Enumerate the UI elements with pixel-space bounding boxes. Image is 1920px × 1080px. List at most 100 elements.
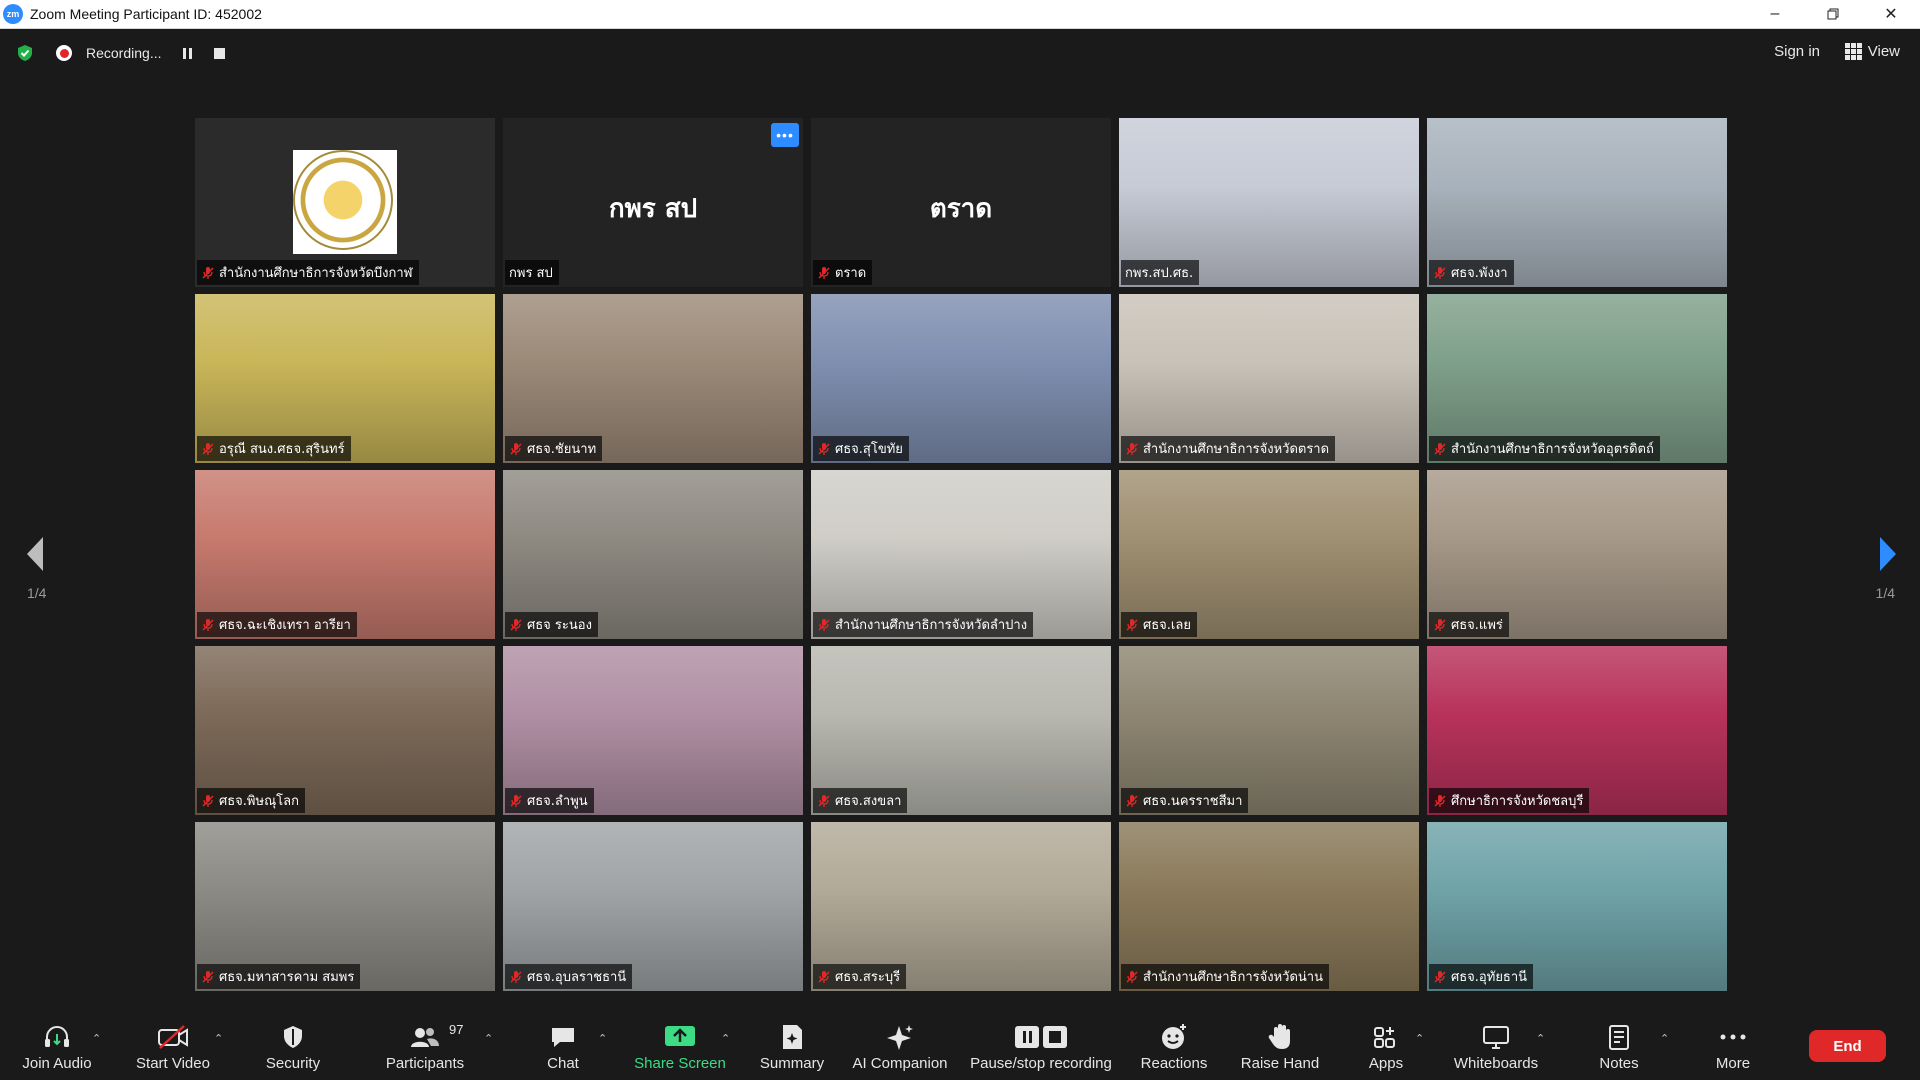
participant-tile[interactable]: กพร.สป.ศธ. xyxy=(1119,118,1419,287)
sign-in-button[interactable]: Sign in xyxy=(1774,43,1820,60)
participant-nametag: ศธจ.สระบุรี xyxy=(813,964,907,989)
participant-tile[interactable]: ศธจ.ชัยนาท xyxy=(503,294,803,463)
participant-nametag: สำนักงานศึกษาธิการจังหวัดอุตรดิตถ์ xyxy=(1429,436,1660,461)
participant-tile[interactable]: ศธจ.มหาสารคาม สมพร xyxy=(195,822,495,991)
recording-icon xyxy=(56,45,72,61)
participant-tile[interactable]: ศธจ.ฉะเชิงเทรา อารียา xyxy=(195,470,495,639)
participant-tile[interactable]: ศธจ.พิษณุโลก xyxy=(195,646,495,815)
participant-tile[interactable]: อรุณี สนง.ศธจ.สุรินทร์ xyxy=(195,294,495,463)
participant-nametag: ศธจ.แพร่ xyxy=(1429,612,1509,637)
apps-caret-icon[interactable]: ⌃ xyxy=(1415,1032,1424,1045)
participants-button[interactable]: 97 Participants xyxy=(382,1008,468,1080)
share-screen-button[interactable]: Share Screen xyxy=(633,1008,727,1080)
chat-caret-icon[interactable]: ⌃ xyxy=(598,1032,607,1045)
whiteboards-caret-icon[interactable]: ⌃ xyxy=(1536,1032,1545,1045)
view-button[interactable]: View xyxy=(1844,43,1900,60)
recording-label: Recording... xyxy=(86,45,162,61)
stop-recording-icon[interactable] xyxy=(214,47,226,59)
participant-display-name: กพร สป xyxy=(608,194,698,224)
restore-icon[interactable] xyxy=(1804,0,1862,29)
page-indicator-left: 1/4 xyxy=(27,585,47,601)
whiteboards-button[interactable]: Whiteboards xyxy=(1452,1008,1540,1080)
minimize-icon[interactable]: – xyxy=(1746,0,1804,29)
participants-caret-icon[interactable]: ⌃ xyxy=(484,1032,493,1045)
participant-tile[interactable]: สำนักงานศึกษาธิการจังหวัดน่าน xyxy=(1119,822,1419,991)
participant-nametag: ศธจ.ลำพูน xyxy=(505,788,594,813)
participant-tile[interactable]: ศธจ.ลำพูน xyxy=(503,646,803,815)
reactions-label: Reactions xyxy=(1140,1055,1208,1072)
participant-name: ศธจ.สุโขทัย xyxy=(835,442,903,457)
encryption-shield-icon[interactable] xyxy=(16,44,34,62)
participant-tile[interactable]: ศธจ.อุทัยธานี xyxy=(1427,822,1727,991)
mic-muted-icon xyxy=(818,266,830,279)
next-page-icon[interactable] xyxy=(1878,535,1898,573)
participant-tile[interactable]: ศธจ.อุบลราชธานี xyxy=(503,822,803,991)
participant-tile[interactable]: ตราด ตราด xyxy=(811,118,1111,287)
notes-caret-icon[interactable]: ⌃ xyxy=(1660,1032,1669,1045)
participant-nametag: ศธจ.สงขลา xyxy=(813,788,908,813)
mic-muted-icon xyxy=(1126,442,1138,455)
summary-icon xyxy=(779,1022,805,1052)
whiteboard-icon xyxy=(1481,1022,1511,1052)
participant-name: ศธจ.นครราชสีมา xyxy=(1143,794,1243,809)
apps-button[interactable]: Apps xyxy=(1366,1008,1406,1080)
chat-label: Chat xyxy=(547,1055,579,1072)
participant-display-name: ตราด xyxy=(929,194,993,224)
participant-options-icon[interactable]: ••• xyxy=(771,123,799,147)
participants-label: Participants xyxy=(385,1055,465,1072)
participant-name: ศธจ.สงขลา xyxy=(835,794,902,809)
participant-tile[interactable]: ศธจ.นครราชสีมา xyxy=(1119,646,1419,815)
ai-companion-button[interactable]: AI Companion xyxy=(849,1008,951,1080)
profile-picture xyxy=(293,150,397,254)
participant-tile[interactable]: กพร สป ••• กพร สป xyxy=(503,118,803,287)
mic-muted-icon xyxy=(818,970,830,983)
participant-nametag: อรุณี สนง.ศธจ.สุรินทร์ xyxy=(197,436,351,461)
end-meeting-button[interactable]: End xyxy=(1809,1030,1886,1062)
chat-button[interactable]: Chat xyxy=(542,1008,584,1080)
apps-label: Apps xyxy=(1368,1055,1404,1072)
previous-page-icon[interactable] xyxy=(25,535,45,573)
raise-hand-button[interactable]: Raise Hand xyxy=(1238,1008,1322,1080)
view-label: View xyxy=(1867,43,1900,60)
ai-companion-label: AI Companion xyxy=(852,1055,948,1072)
participant-tile[interactable]: สำนักงานศึกษาธิการจังหวัดอุตรดิตถ์ xyxy=(1427,294,1727,463)
security-button[interactable]: Security xyxy=(262,1008,324,1080)
summary-label: Summary xyxy=(759,1055,825,1072)
audio-options-caret-icon[interactable]: ⌃ xyxy=(92,1032,101,1045)
chat-bubble-icon xyxy=(549,1022,577,1052)
more-button[interactable]: More xyxy=(1712,1008,1754,1080)
participant-tile[interactable]: ศธจ ระนอง xyxy=(503,470,803,639)
participant-nametag: ศธจ.ฉะเชิงเทรา อารียา xyxy=(197,612,357,637)
pause-recording-icon[interactable] xyxy=(183,47,193,59)
participant-tile[interactable]: สำนักงานศึกษาธิการจังหวัดบึงกาฬ xyxy=(195,118,495,287)
reactions-button[interactable]: Reactions xyxy=(1138,1008,1210,1080)
close-icon[interactable]: ✕ xyxy=(1862,0,1920,29)
participant-name: ศธจ.แพร่ xyxy=(1451,618,1503,633)
participant-tile[interactable]: ศธจ.สระบุรี xyxy=(811,822,1111,991)
share-caret-icon[interactable]: ⌃ xyxy=(721,1032,730,1045)
participant-tile[interactable]: สำนักงานศึกษาธิการจังหวัดตราด xyxy=(1119,294,1419,463)
headphone-icon xyxy=(42,1022,72,1052)
participant-tile[interactable]: ศึกษาธิการจังหวัดชลบุรี xyxy=(1427,646,1727,815)
participant-tile[interactable]: ศธจ.สุโขทัย xyxy=(811,294,1111,463)
participant-tile[interactable]: ศธจ.แพร่ xyxy=(1427,470,1727,639)
video-options-caret-icon[interactable]: ⌃ xyxy=(214,1032,223,1045)
more-label: More xyxy=(1715,1055,1751,1072)
mic-muted-icon xyxy=(818,442,830,455)
participant-name: สำนักงานศึกษาธิการจังหวัดอุตรดิตถ์ xyxy=(1451,442,1654,457)
participant-tile[interactable]: ศธจ.เลย xyxy=(1119,470,1419,639)
join-audio-button[interactable]: Join Audio xyxy=(20,1008,94,1080)
participant-nametag: สำนักงานศึกษาธิการจังหวัดน่าน xyxy=(1121,964,1329,989)
notes-button[interactable]: Notes xyxy=(1596,1008,1642,1080)
summary-button[interactable]: Summary xyxy=(756,1008,828,1080)
participant-nametag: ศธจ.สุโขทัย xyxy=(813,436,909,461)
mic-muted-icon xyxy=(818,618,830,631)
mic-muted-icon xyxy=(202,442,214,455)
participant-tile[interactable]: ศธจ.สงขลา xyxy=(811,646,1111,815)
pause-stop-recording-button[interactable]: Pause/stop recording xyxy=(966,1008,1116,1080)
start-video-button[interactable]: Start Video xyxy=(133,1008,213,1080)
participant-name: อรุณี สนง.ศธจ.สุรินทร์ xyxy=(219,442,345,457)
reaction-smiley-icon xyxy=(1160,1022,1188,1052)
participant-tile[interactable]: สำนักงานศึกษาธิการจังหวัดลำปาง xyxy=(811,470,1111,639)
participant-tile[interactable]: ศธจ.พังงา xyxy=(1427,118,1727,287)
